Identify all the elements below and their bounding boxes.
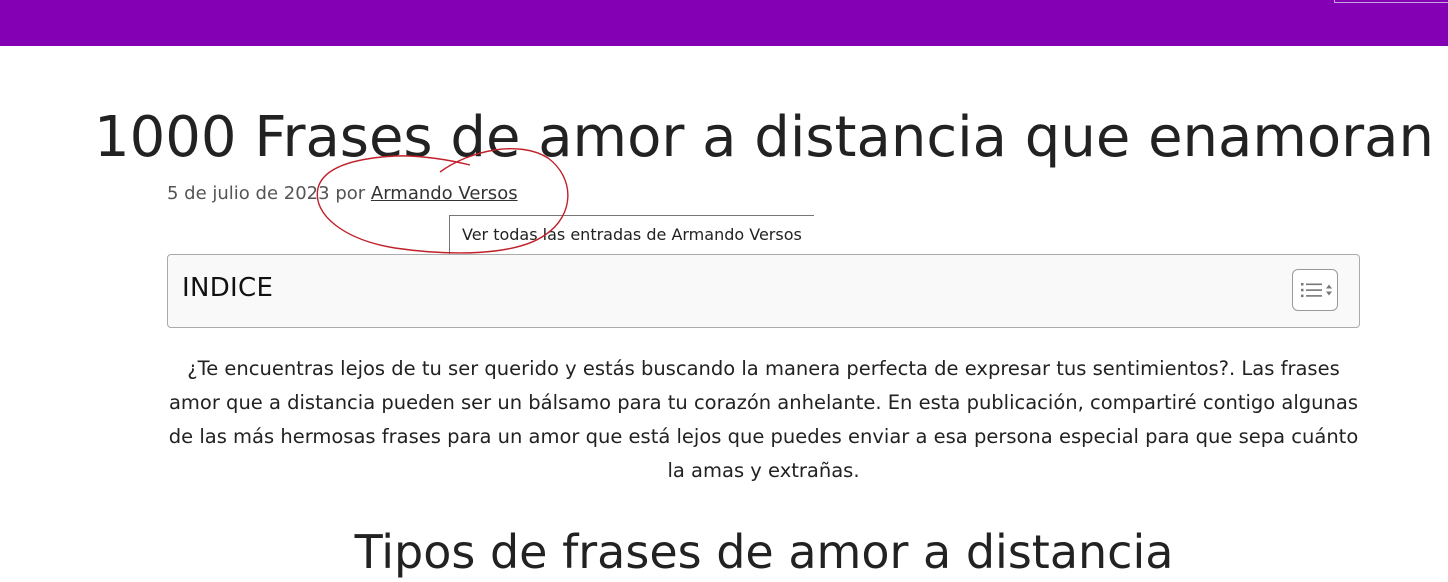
site-header-bar bbox=[0, 0, 1448, 46]
toc-title: INDICE bbox=[182, 273, 274, 303]
post-by: por bbox=[335, 183, 366, 204]
list-toggle-icon bbox=[1301, 283, 1332, 298]
toc-toggle-button[interactable] bbox=[1292, 269, 1338, 311]
post-meta: 5 de julio de 2023 por Armando Versos bbox=[167, 183, 518, 204]
post-date: 5 de julio de 2023 bbox=[167, 183, 330, 204]
author-link[interactable]: Armando Versos bbox=[371, 183, 518, 204]
header-button[interactable] bbox=[1334, 0, 1448, 3]
intro-paragraph: ¿Te encuentras lejos de tu ser querido y… bbox=[168, 357, 1359, 482]
section-heading: Tipos de frases de amor a distancia bbox=[354, 525, 1174, 579]
author-tooltip: Ver todas las entradas de Armando Versos bbox=[449, 215, 814, 254]
post-title: 1000 Frases de amor a distancia que enam… bbox=[94, 105, 1434, 170]
table-of-contents: INDICE bbox=[167, 254, 1360, 328]
